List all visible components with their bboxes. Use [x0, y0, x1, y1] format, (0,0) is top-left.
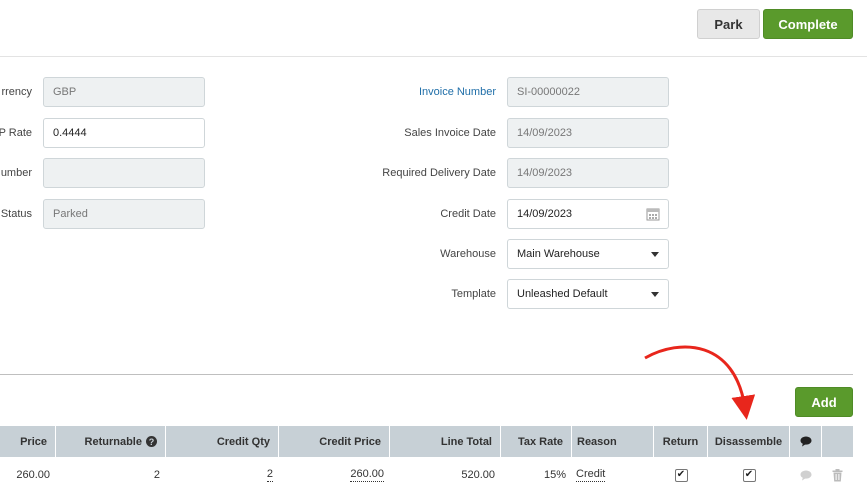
- sales-invoice-date-label: Sales Invoice Date: [404, 127, 496, 139]
- cell-credit-qty[interactable]: 2: [166, 462, 279, 488]
- status-field: Parked: [43, 199, 205, 229]
- comment-icon: [800, 436, 811, 447]
- comment-icon[interactable]: [800, 470, 812, 481]
- cell-tax-rate: 15%: [543, 469, 566, 481]
- status-label: Status: [0, 208, 32, 220]
- col-disassemble[interactable]: Disassemble: [708, 426, 790, 457]
- col-line-total[interactable]: Line Total: [390, 426, 501, 457]
- template-select[interactable]: Unleashed Default: [507, 279, 669, 309]
- currency-label: rrency: [1, 86, 32, 98]
- warehouse-select[interactable]: Main Warehouse: [507, 239, 669, 269]
- chevron-down-icon: [651, 292, 659, 297]
- col-reason[interactable]: Reason: [572, 426, 654, 457]
- help-icon[interactable]: ?: [146, 436, 157, 447]
- trash-icon[interactable]: [832, 468, 843, 482]
- template-label: Template: [451, 288, 496, 300]
- sales-invoice-date-field: 14/09/2023: [507, 118, 669, 148]
- required-delivery-date-field: 14/09/2023: [507, 158, 669, 188]
- col-return[interactable]: Return: [654, 426, 708, 457]
- template-value: Unleashed Default: [517, 288, 608, 300]
- disassemble-checkbox[interactable]: ✔: [742, 468, 756, 482]
- cell-delete: [822, 462, 853, 488]
- exchange-rate-input[interactable]: 0.4444: [43, 118, 205, 148]
- col-actions: [822, 426, 853, 457]
- cell-returnable: 2: [153, 469, 160, 481]
- return-checkbox[interactable]: ✔: [674, 468, 688, 482]
- warehouse-value: Main Warehouse: [517, 248, 600, 260]
- chevron-down-icon: [651, 252, 659, 257]
- add-line-button[interactable]: Add: [795, 387, 853, 417]
- cell-return: ✔: [654, 462, 708, 488]
- cell-credit-price[interactable]: 260.00: [279, 462, 390, 488]
- currency-field: GBP: [43, 77, 205, 107]
- col-returnable[interactable]: Returnable ?: [56, 426, 166, 457]
- col-comments: [790, 426, 822, 457]
- complete-button[interactable]: Complete: [763, 9, 853, 39]
- cell-price: 260.00: [16, 469, 50, 481]
- number-label: umber: [0, 167, 32, 179]
- col-credit-price[interactable]: Credit Price: [279, 426, 390, 457]
- col-tax-rate[interactable]: Tax Rate: [501, 426, 572, 457]
- calendar-icon[interactable]: [646, 207, 660, 221]
- cell-disassemble: ✔: [708, 462, 790, 488]
- invoice-number-label[interactable]: Invoice Number: [419, 86, 496, 98]
- col-price[interactable]: Price: [0, 426, 56, 457]
- required-delivery-date-label: Required Delivery Date: [382, 167, 496, 179]
- credit-date-value: 14/09/2023: [517, 208, 573, 220]
- col-credit-qty[interactable]: Credit Qty: [166, 426, 279, 457]
- credit-date-label: Credit Date: [440, 208, 496, 220]
- cell-line-total: 520.00: [461, 469, 495, 481]
- number-field: [43, 158, 205, 188]
- annotation-arrow-icon: [644, 345, 756, 420]
- invoice-number-field: SI-00000022: [507, 77, 669, 107]
- exchange-rate-label: P Rate: [0, 127, 32, 139]
- cell-reason[interactable]: Credit: [572, 462, 654, 488]
- park-button[interactable]: Park: [697, 9, 760, 39]
- credit-date-input[interactable]: 14/09/2023: [507, 199, 669, 229]
- cell-comment: [790, 462, 822, 488]
- warehouse-label: Warehouse: [440, 248, 496, 260]
